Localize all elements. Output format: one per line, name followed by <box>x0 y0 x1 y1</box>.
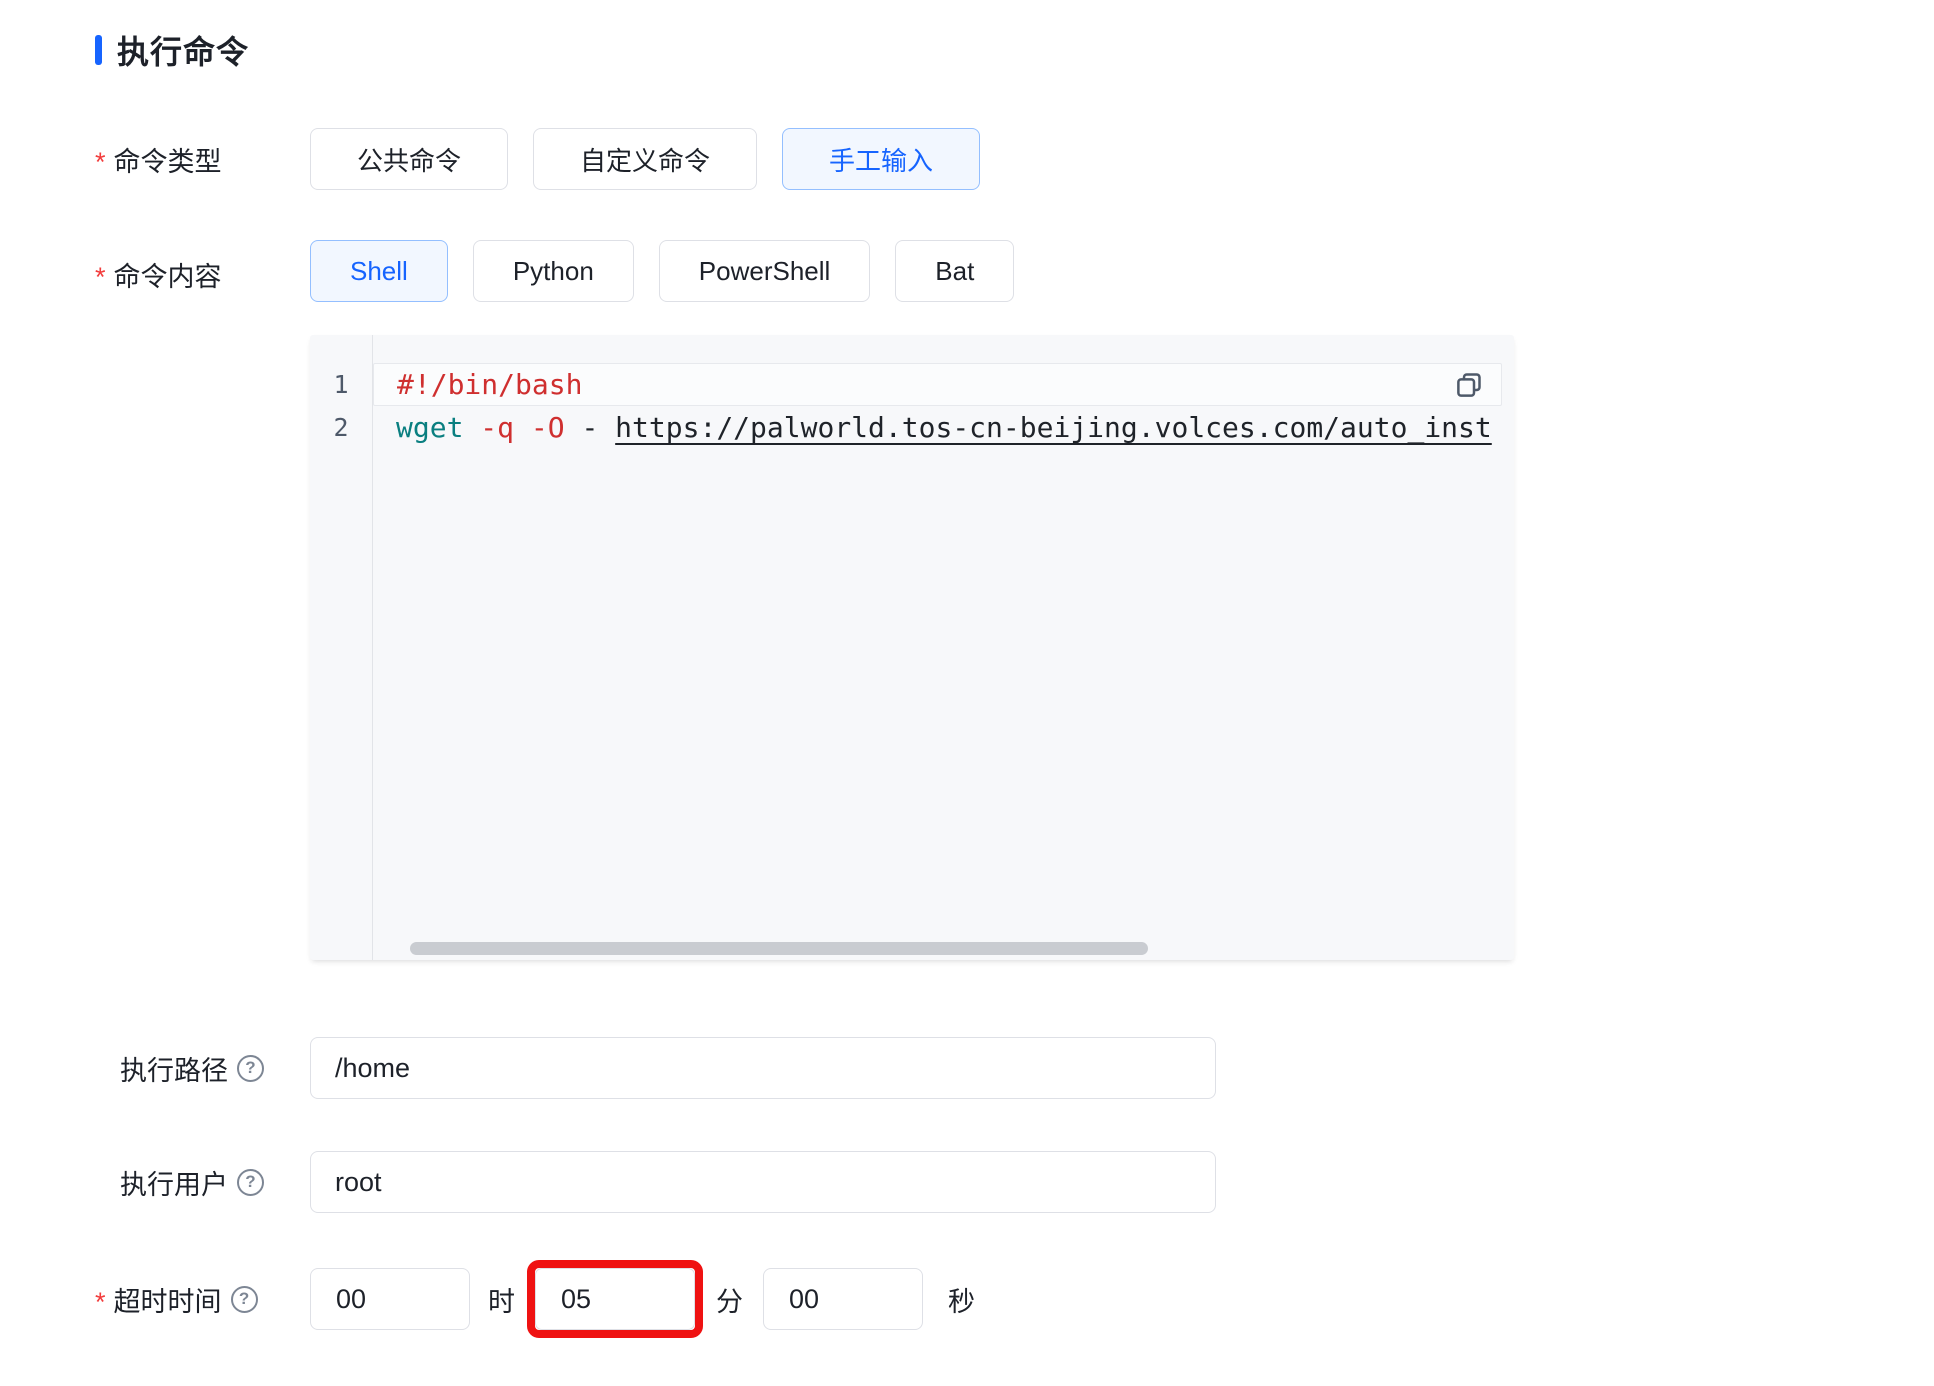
red-annotation-box <box>527 1260 703 1338</box>
required-asterisk: * <box>95 143 106 176</box>
timeout-row: * 超时时间 ? 时 分 秒 <box>95 1268 1934 1330</box>
command-type-row: * 命令类型 公共命令 自定义命令 手工输入 <box>95 128 1934 190</box>
timeout-hours-input[interactable] <box>310 1268 470 1330</box>
command-type-custom-button[interactable]: 自定义命令 <box>533 128 757 190</box>
exec-user-input[interactable] <box>310 1151 1216 1213</box>
exec-path-label-cell: 执行路径 ? <box>95 1049 310 1088</box>
horizontal-scrollbar[interactable] <box>410 942 1148 955</box>
exec-user-row: 执行用户 ? <box>95 1151 1934 1213</box>
required-asterisk: * <box>95 258 106 291</box>
command-content-label: 命令内容 <box>114 255 222 294</box>
timeout-label: 超时时间 <box>114 1280 222 1319</box>
tab-bat[interactable]: Bat <box>895 240 1014 302</box>
timeout-hours-unit: 时 <box>488 1280 515 1319</box>
line-number: 1 <box>310 363 372 406</box>
command-type-public-button[interactable]: 公共命令 <box>310 128 508 190</box>
timeout-minutes-unit: 分 <box>716 1280 743 1319</box>
command-type-manual-button[interactable]: 手工输入 <box>782 128 980 190</box>
code-area[interactable]: #!/bin/bash wget -q -O - https://palworl… <box>373 335 1514 960</box>
code-token <box>463 411 480 444</box>
line-number: 2 <box>310 406 372 449</box>
exec-user-label: 执行用户 <box>120 1163 228 1202</box>
question-circle-icon[interactable]: ? <box>237 1169 264 1196</box>
timeout-seconds-input[interactable] <box>763 1268 923 1330</box>
question-circle-icon[interactable]: ? <box>231 1286 258 1313</box>
timeout-label-cell: * 超时时间 ? <box>95 1280 310 1319</box>
tab-python[interactable]: Python <box>473 240 634 302</box>
code-token: #!/bin/bash <box>397 368 582 401</box>
exec-path-row: 执行路径 ? <box>95 1037 1934 1099</box>
code-line-1: #!/bin/bash <box>373 363 1502 406</box>
code-token-url: https://palworld.tos-cn-beijing.volces.c… <box>615 411 1492 444</box>
page-title: 执行命令 <box>117 27 249 73</box>
required-asterisk: * <box>95 1283 106 1316</box>
code-token: wget <box>396 411 463 444</box>
exec-path-label: 执行路径 <box>120 1049 228 1088</box>
exec-path-input[interactable] <box>310 1037 1216 1099</box>
timeout-seconds-unit: 秒 <box>948 1280 975 1319</box>
command-content-controls: Shell Python PowerShell Bat 1 2 #!/bin/b… <box>310 240 1514 960</box>
code-editor[interactable]: 1 2 #!/bin/bash wget -q -O - https://pal… <box>310 335 1514 960</box>
copy-icon[interactable] <box>1453 369 1485 401</box>
language-tabs: Shell Python PowerShell Bat <box>310 240 1514 302</box>
command-type-label: 命令类型 <box>114 140 222 179</box>
execute-command-panel: 执行命令 * 命令类型 公共命令 自定义命令 手工输入 * 命令内容 Shell… <box>0 0 1934 1330</box>
timeout-inputs: 时 分 秒 <box>310 1268 975 1330</box>
command-content-label-cell: * 命令内容 <box>95 240 310 294</box>
code-line-2: wget -q -O - https://palworld.tos-cn-bei… <box>373 406 1514 449</box>
line-number-gutter: 1 2 <box>310 335 373 960</box>
command-type-options: 公共命令 自定义命令 手工输入 <box>310 128 1005 190</box>
tab-shell[interactable]: Shell <box>310 240 448 302</box>
command-type-label-cell: * 命令类型 <box>95 140 310 179</box>
title-accent-bar <box>95 35 102 65</box>
exec-user-label-cell: 执行用户 ? <box>95 1163 310 1202</box>
tab-powershell[interactable]: PowerShell <box>659 240 871 302</box>
question-circle-icon[interactable]: ? <box>237 1055 264 1082</box>
code-token <box>514 411 531 444</box>
timeout-minutes-input[interactable] <box>535 1268 695 1330</box>
command-content-row: * 命令内容 Shell Python PowerShell Bat 1 2 #… <box>95 240 1934 960</box>
code-token: - <box>565 411 616 444</box>
code-token: -q <box>480 411 514 444</box>
section-title: 执行命令 <box>95 30 1934 70</box>
code-token: -O <box>531 411 565 444</box>
